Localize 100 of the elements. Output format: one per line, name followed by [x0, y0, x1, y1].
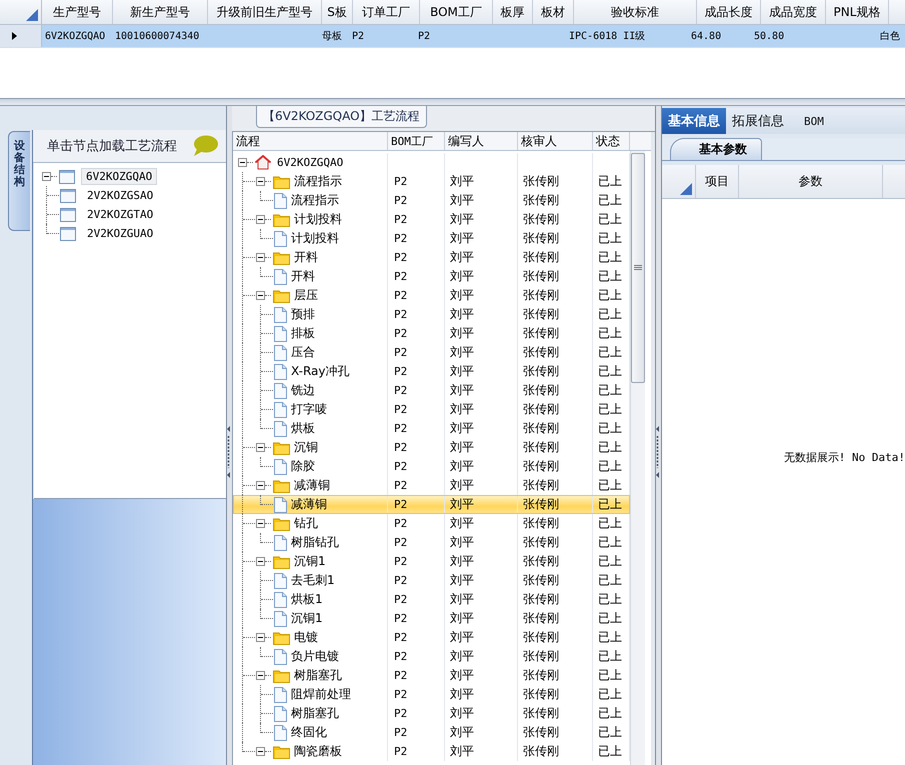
tree-node[interactable]: 终固化	[291, 724, 327, 741]
tree-node[interactable]: 6V2KOZGQAO	[277, 156, 344, 169]
tree-node[interactable]: 负片电镀	[291, 648, 339, 665]
column-header[interactable]: 新生产型号	[130, 4, 190, 20]
column-header[interactable]: 参数	[798, 173, 822, 190]
tree-node[interactable]: 流程指示	[291, 192, 339, 209]
tab[interactable]: BOM	[790, 108, 830, 134]
table-cell: P2	[352, 30, 364, 42]
collapse-button[interactable]	[256, 443, 265, 452]
tree-node[interactable]: 2V2KOZGTAO	[82, 206, 158, 223]
tree-node[interactable]: 去毛刺1	[291, 572, 335, 589]
column-header[interactable]: 订单工厂	[362, 4, 410, 20]
tree-node[interactable]: 钻孔	[294, 515, 318, 532]
column-header[interactable]: 核审人	[521, 132, 557, 150]
tree-node[interactable]: 预排	[291, 306, 315, 323]
tree-node[interactable]: 树脂钻孔	[291, 534, 339, 551]
table-cell: 刘平	[450, 629, 474, 646]
tree-node[interactable]: X-Ray冲孔	[291, 363, 350, 380]
tree-node[interactable]: 烘板1	[291, 591, 323, 608]
table-cell: 刘平	[450, 591, 474, 608]
table-cell: 张传刚	[523, 382, 559, 399]
tree-node[interactable]: 沉铜1	[291, 610, 323, 627]
scroll-thumb[interactable]	[631, 153, 645, 383]
column-header[interactable]: 成品宽度	[769, 4, 817, 20]
column-header[interactable]: 板材	[541, 4, 565, 20]
splitter-grip-icon[interactable]	[227, 426, 231, 478]
vertical-tab[interactable]: 设备结构	[8, 131, 30, 231]
table-cell: P2	[418, 30, 430, 42]
column-header[interactable]: 流程	[236, 132, 260, 150]
tree-node[interactable]: 2V2KOZGSAO	[82, 187, 158, 204]
column-header[interactable]: S板	[327, 4, 347, 20]
tree-node[interactable]: 沉铜1	[294, 553, 326, 570]
column-header[interactable]: 成品长度	[704, 4, 752, 20]
collapse-button[interactable]	[256, 671, 265, 680]
collapse-button[interactable]	[256, 633, 265, 642]
tree-node[interactable]: 压合	[291, 344, 315, 361]
selected-row[interactable]: 减薄铜 P2 刘平 张传刚 已上	[233, 495, 630, 514]
table-cell: 已上	[598, 496, 622, 513]
column-header[interactable]: 生产型号	[53, 4, 101, 20]
column-header[interactable]: 升级前旧生产型号	[216, 4, 312, 20]
tree-node[interactable]: 打字唛	[291, 401, 327, 418]
column-header[interactable]: 验收标准	[611, 4, 659, 20]
collapse-button[interactable]	[256, 291, 265, 300]
tree-node[interactable]: 减薄铜	[294, 477, 330, 494]
tree-node[interactable]: 开料	[291, 268, 315, 285]
tab[interactable]: 拓展信息	[726, 108, 790, 134]
tree-node[interactable]: 陶瓷磨板	[294, 743, 342, 760]
tree-node[interactable]: 沉铜	[294, 439, 318, 456]
table-cell: 已上	[598, 420, 622, 437]
column-header[interactable]: 编写人	[448, 132, 484, 150]
tree-node[interactable]: 流程指示	[294, 173, 342, 190]
tab[interactable]: 基本信息	[662, 108, 726, 134]
collapse-button[interactable]	[256, 519, 265, 528]
table-cell: 张传刚	[523, 667, 559, 684]
collapse-button[interactable]	[256, 557, 265, 566]
tree-node[interactable]: 开料	[294, 249, 318, 266]
tree-node[interactable]: 树脂塞孔	[291, 705, 339, 722]
tree-node[interactable]: 阻焊前处理	[291, 686, 351, 703]
tree-node[interactable]: 排板	[291, 325, 315, 342]
collapse-button[interactable]	[256, 481, 265, 490]
table-cell: 张传刚	[523, 211, 559, 228]
column-header[interactable]: 板厚	[500, 4, 524, 20]
collapse-button[interactable]	[42, 172, 51, 181]
column-header[interactable]: BOM工厂	[391, 134, 433, 148]
folder-icon	[273, 516, 290, 530]
document-icon	[274, 706, 287, 722]
column-header[interactable]: 项目	[705, 173, 729, 190]
column-header[interactable]: PNL规格	[834, 4, 880, 20]
collapse-button[interactable]	[256, 177, 265, 186]
table-cell: 张传刚	[523, 363, 559, 380]
column-header[interactable]: 状态	[596, 132, 620, 150]
tree-node[interactable]: 6V2KOZGQAO	[81, 168, 158, 185]
document-icon	[274, 648, 287, 664]
table-row[interactable]: 6V2KOZGQAO 10010600074340 母板 P2 P2 IPC-6018 II级 64.80 50.80 白色	[0, 25, 905, 48]
tree-node[interactable]: 树脂塞孔	[294, 667, 342, 684]
collapse-button[interactable]	[238, 158, 247, 167]
tree-node[interactable]: 烘板	[291, 420, 315, 437]
document-icon	[274, 268, 287, 284]
tree-node[interactable]: 铣边	[291, 382, 315, 399]
table-cell: 已上	[598, 667, 622, 684]
vertical-scrollbar[interactable]	[630, 151, 645, 765]
collapse-button[interactable]	[256, 253, 265, 262]
column-header[interactable]: BOM工厂	[430, 4, 482, 20]
table-cell: 刘平	[450, 439, 474, 456]
splitter-grip-icon[interactable]	[656, 426, 660, 478]
tree-node[interactable]: 计划投料	[294, 211, 342, 228]
tree-node[interactable]: 层压	[294, 287, 318, 304]
collapse-button[interactable]	[256, 747, 265, 756]
collapse-button[interactable]	[256, 215, 265, 224]
table-cell: 6V2KOZGQAO	[45, 30, 106, 42]
tree-node[interactable]: 电镀	[294, 629, 318, 646]
tree-node[interactable]: 减薄铜	[291, 496, 327, 513]
tree-node[interactable]: 计划投料	[291, 230, 339, 247]
document-icon	[274, 364, 287, 380]
table-cell: 刘平	[450, 534, 474, 551]
tab[interactable]: 基本参数	[670, 138, 762, 160]
table-cell: 刘平	[450, 496, 474, 513]
table-cell: P2	[394, 479, 408, 492]
tree-node[interactable]: 2V2KOZGUAO	[82, 225, 158, 242]
tree-node[interactable]: 除胶	[291, 458, 315, 475]
